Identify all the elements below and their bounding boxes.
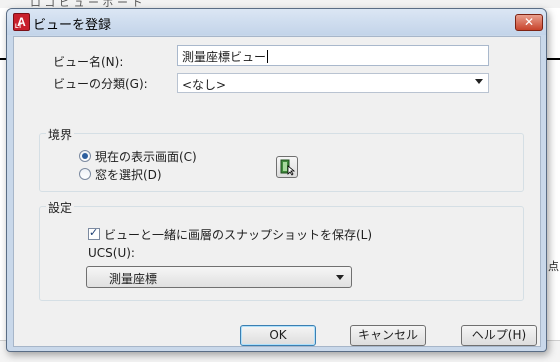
pick-window-button[interactable]	[276, 156, 298, 178]
background-title: ロ ゴ ビ ュ ー ポ ー ト	[30, 0, 143, 9]
radio-select-window-label[interactable]: 窓を選択(D)	[95, 166, 162, 183]
dialog-titlebar[interactable]: A LT ビューを登録 ✕	[7, 9, 546, 35]
view-category-label: ビューの分類(G):	[53, 77, 148, 91]
radio-current-display[interactable]	[79, 150, 91, 162]
cancel-button[interactable]: キャンセル	[350, 325, 426, 346]
boundary-group-title: 境界	[46, 126, 75, 143]
text-caret	[267, 50, 269, 63]
radio-select-window[interactable]	[79, 168, 91, 180]
dialog-title: ビューを登録	[33, 18, 112, 33]
chevron-down-icon	[336, 275, 344, 280]
snapshot-checkbox[interactable]: ✓	[88, 226, 100, 240]
settings-group: 設定 ✓ ビューと一緒に画層のスナップショットを保存(L) UCS(U): 測量…	[39, 199, 524, 301]
view-name-label: ビュー名(N):	[53, 55, 124, 69]
save-view-dialog: A LT ビューを登録 ✕ ビュー名(N): 測量座標ビュー ビューの分類(G):…	[6, 8, 547, 352]
help-button[interactable]: ヘルプ(H)	[461, 325, 537, 346]
ok-button[interactable]: OK	[240, 325, 316, 346]
close-button[interactable]: ✕	[515, 14, 543, 31]
dialog-body: ビュー名(N): 測量座標ビュー ビューの分類(G): <なし> 境界 現在の表…	[13, 36, 541, 347]
select-window-icon	[280, 159, 296, 176]
chevron-down-icon	[475, 79, 483, 84]
snapshot-checkbox-label[interactable]: ビューと一緒に画層のスナップショットを保存(L)	[104, 226, 372, 243]
view-name-input[interactable]: 測量座標ビュー	[177, 45, 489, 66]
background-label: 点	[548, 260, 559, 273]
ucs-dropdown[interactable]: 測量座標	[86, 266, 352, 288]
settings-group-title: 設定	[46, 199, 75, 216]
background-rule-right	[547, 58, 560, 60]
checkmark-icon: ✓	[89, 226, 99, 239]
radio-current-display-label[interactable]: 現在の表示画面(C)	[95, 148, 197, 165]
autocad-lt-icon: A LT	[13, 13, 30, 31]
view-category-dropdown[interactable]: <なし>	[177, 73, 489, 93]
ucs-label: UCS(U):	[88, 246, 135, 260]
boundary-group: 境界 現在の表示画面(C) 窓を選択(D)	[39, 126, 524, 192]
